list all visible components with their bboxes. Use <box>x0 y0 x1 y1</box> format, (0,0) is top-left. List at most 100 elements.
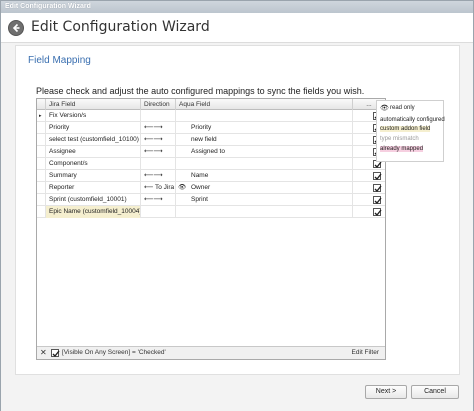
direction-cell[interactable]: ⟵ To Jira <box>141 182 176 194</box>
aqua-field-label: Name <box>191 172 209 179</box>
aqua-field-cell[interactable]: new field <box>176 134 353 146</box>
checkmark-icon <box>374 197 382 205</box>
eye-icon <box>176 134 188 146</box>
legend-panel: 👁 read only automatically configured cus… <box>376 100 445 162</box>
jira-field-cell[interactable]: select test (customfield_10100) <box>46 134 141 146</box>
filter-expression: [Visible On Any Screen] = 'Checked' <box>62 349 166 356</box>
legend-already-mapped: already mapped <box>380 146 424 152</box>
checkmark-icon <box>374 209 382 217</box>
table-row[interactable]: Epic Name (customfield_10004) <box>37 206 385 218</box>
legend-custom-addon: custom addon field <box>380 126 431 132</box>
sync-checkbox-cell[interactable] <box>353 182 385 194</box>
table-row[interactable]: select test (customfield_10100) ⟵⟶ new fie… <box>37 134 385 146</box>
row-indicator <box>37 194 46 206</box>
clear-filter-button[interactable]: ✕ <box>40 348 47 357</box>
table-row[interactable]: Component/s <box>37 158 385 170</box>
sync-checkbox[interactable] <box>373 172 382 181</box>
table-row[interactable]: Assignee ⟵⟶ Assigned to <box>37 146 385 158</box>
column-header-aqua-field[interactable]: Aqua Field <box>176 99 353 110</box>
table-row[interactable]: Sprint (customfield_10001) ⟵⟶ Sprint <box>37 194 385 206</box>
table-row[interactable]: Summary ⟵⟶ Name <box>37 170 385 182</box>
sync-checkbox[interactable] <box>373 208 382 217</box>
row-indicator <box>37 170 46 182</box>
aqua-field-label <box>188 206 348 218</box>
next-button[interactable]: Next > <box>365 385 407 399</box>
jira-field-cell[interactable]: Sprint (customfield_10001) <box>46 194 141 206</box>
arrow-left-icon <box>12 23 20 33</box>
jira-field-cell[interactable]: Assignee <box>46 146 141 158</box>
aqua-field-label: new field <box>191 136 217 143</box>
row-indicator <box>37 122 46 134</box>
eye-icon <box>176 206 188 218</box>
aqua-field-cell[interactable]: Sprint <box>176 194 353 206</box>
direction-cell[interactable] <box>141 110 176 122</box>
filter-enable-checkbox[interactable] <box>51 349 60 358</box>
jira-field-cell[interactable]: Fix Version/s <box>46 110 141 122</box>
legend-auto-configured: automatically configured <box>380 117 445 123</box>
wizard-footer: Next > Cancel <box>1 377 473 411</box>
column-header-jira-field[interactable]: Jira Field <box>46 99 141 110</box>
grid-header: Jira Field Direction Aqua Field ... <box>37 99 385 110</box>
aqua-field-label <box>188 110 348 122</box>
direction-cell[interactable]: ⟵⟶ <box>141 170 176 182</box>
sync-checkbox-cell[interactable] <box>353 170 385 182</box>
checkmark-icon <box>374 185 382 193</box>
row-indicator <box>37 182 46 194</box>
aqua-field-label <box>188 158 348 170</box>
aqua-field-label: Owner <box>191 184 211 191</box>
page-title: Edit Configuration Wizard <box>31 19 210 35</box>
jira-field-cell[interactable]: Priority <box>46 122 141 134</box>
direction-cell[interactable]: ⟵⟶ <box>141 146 176 158</box>
sync-checkbox-cell[interactable] <box>353 194 385 206</box>
checkmark-icon <box>374 173 382 181</box>
table-row[interactable]: ▸ Fix Version/s <box>37 110 385 122</box>
jira-field-cell[interactable]: Summary <box>46 170 141 182</box>
aqua-field-cell[interactable] <box>176 110 353 122</box>
table-row[interactable]: Reporter ⟵ To Jira 👁 Owner <box>37 182 385 194</box>
back-button[interactable] <box>8 20 24 36</box>
eye-icon <box>176 170 188 182</box>
direction-cell[interactable] <box>141 158 176 170</box>
aqua-field-cell[interactable] <box>176 206 353 218</box>
sync-checkbox[interactable] <box>373 184 382 193</box>
checkmark-icon <box>52 350 60 358</box>
eye-icon: 👁 <box>380 105 389 112</box>
jira-field-cell[interactable]: Epic Name (customfield_10004) <box>46 206 141 218</box>
header-indicator <box>37 99 46 110</box>
mapping-grid: Jira Field Direction Aqua Field ... ▸ Fix… <box>36 98 386 360</box>
content-panel: Field Mapping Please check and adjust th… <box>15 45 460 375</box>
jira-field-cell[interactable]: Component/s <box>46 158 141 170</box>
sync-checkbox[interactable] <box>373 196 382 205</box>
window-titlebar: Edit Configuration Wizard <box>1 1 473 13</box>
aqua-field-label: Sprint <box>191 196 208 203</box>
row-indicator <box>37 134 46 146</box>
aqua-field-cell[interactable]: 👁 Owner <box>176 182 353 194</box>
legend-read-only: read only <box>390 105 415 111</box>
aqua-field-label: Priority <box>191 124 212 131</box>
edit-filter-button[interactable]: Edit Filter <box>352 349 379 356</box>
aqua-field-cell[interactable]: Name <box>176 170 353 182</box>
direction-cell[interactable] <box>141 206 176 218</box>
row-indicator <box>37 146 46 158</box>
jira-field-cell[interactable]: Reporter <box>46 182 141 194</box>
direction-cell[interactable]: ⟵⟶ <box>141 194 176 206</box>
cancel-button[interactable]: Cancel <box>411 385 459 399</box>
aqua-field-cell[interactable]: Assigned to <box>176 146 353 158</box>
eye-icon <box>176 110 188 122</box>
sync-checkbox-cell[interactable] <box>353 206 385 218</box>
row-indicator <box>37 158 46 170</box>
table-row[interactable]: Priority ⟵⟶ Priority <box>37 122 385 134</box>
direction-cell[interactable]: ⟵⟶ <box>141 134 176 146</box>
filter-bar: ✕ [Visible On Any Screen] = 'Checked' Ed… <box>37 346 385 359</box>
aqua-field-cell[interactable]: Priority <box>176 122 353 134</box>
eye-icon: 👁 <box>178 184 187 191</box>
aqua-field-cell[interactable] <box>176 158 353 170</box>
wizard-header: Edit Configuration Wizard <box>1 13 473 43</box>
legend-type-mismatch: type mismatch <box>380 136 419 142</box>
column-header-direction[interactable]: Direction <box>141 99 176 110</box>
instructions-text: Please check and adjust the auto configu… <box>36 86 365 96</box>
wizard-window: Edit Configuration Wizard Edit Configura… <box>0 0 474 411</box>
eye-icon <box>176 146 188 158</box>
direction-cell[interactable]: ⟵⟶ <box>141 122 176 134</box>
eye-icon <box>176 194 188 206</box>
